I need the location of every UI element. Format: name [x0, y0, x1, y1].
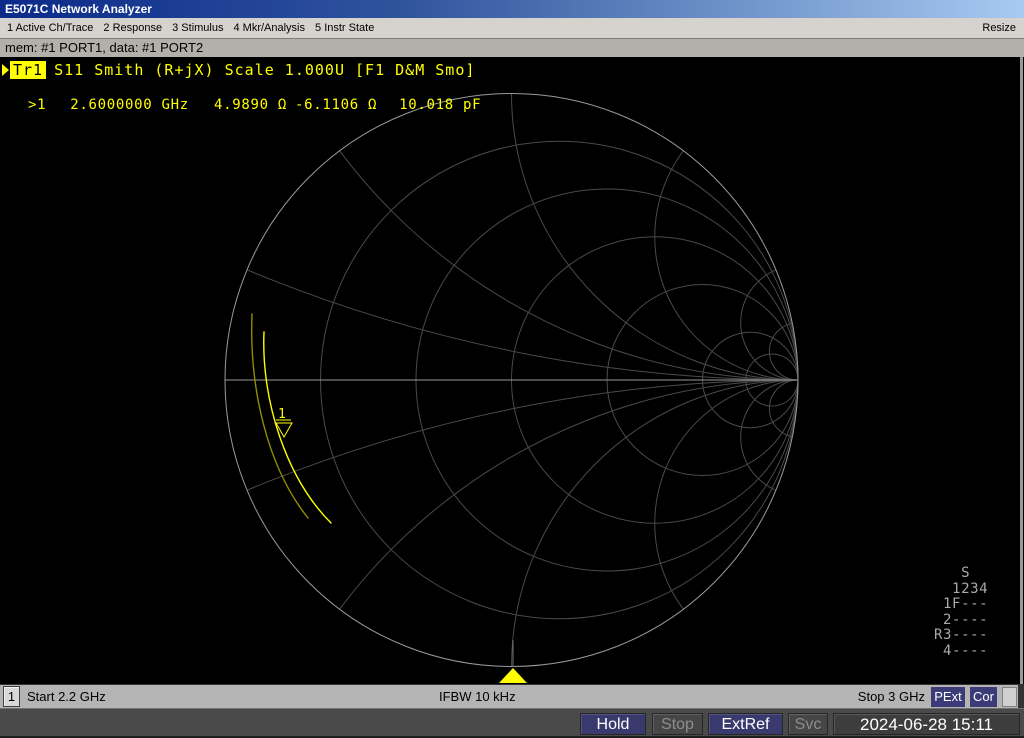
- status-bar-end: [1018, 685, 1024, 708]
- menu-item-mkr-analysis[interactable]: 4 Mkr/Analysis: [233, 18, 305, 38]
- active-trace-arrow-icon: [2, 64, 9, 76]
- marker-number: >1: [28, 97, 46, 113]
- marker-stimulus-indicator[interactable]: [499, 668, 527, 683]
- menu-item-instr-state[interactable]: 5 Instr State: [315, 18, 374, 38]
- port-status-line: 1234: [934, 582, 988, 598]
- marker-resistance: 4.9890 Ω: [214, 97, 287, 113]
- sweep-stop-label: Stop 3 GHz: [858, 685, 925, 708]
- window-title-bar: E5071C Network Analyzer: [0, 0, 1024, 18]
- instrument-screen: 1 Tr1 S11 Smith (R+jX) Scale 1.000U [F1 …: [0, 57, 1024, 684]
- sweep-hold-indicator: Hold: [580, 713, 646, 735]
- smith-grid: [0, 57, 1024, 684]
- sweep-start-label: Start 2.2 GHz: [27, 685, 106, 708]
- port-status-line: 2----: [934, 613, 988, 629]
- external-reference-indicator: ExtRef: [708, 713, 783, 735]
- source-receiver-status: S 1234 1F--- 2---- R3---- 4----: [934, 566, 988, 659]
- smith-chart: 1: [0, 57, 1024, 684]
- status-bar-spacer: [1002, 687, 1017, 707]
- ifbw-label: IFBW 10 kHz: [439, 685, 516, 708]
- sweep-stop-indicator: Stop: [652, 713, 703, 735]
- mem-data-status-bar: mem: #1 PORT1, data: #1 PORT2: [0, 38, 1024, 57]
- port-status-line: R3----: [934, 628, 988, 644]
- correction-badge: Cor: [970, 687, 997, 707]
- marker-readout-line: >1 2.6000000 GHz 4.9890 Ω -6.1106 Ω 10.018 p…: [28, 97, 481, 113]
- menu-item-active-ch-trace[interactable]: 1 Active Ch/Trace: [7, 18, 93, 38]
- port-extension-badge: PExt: [931, 687, 965, 707]
- port-status-line: 4----: [934, 644, 988, 660]
- menu-item-response[interactable]: 2 Response: [103, 18, 162, 38]
- menu-item-stimulus[interactable]: 3 Stimulus: [172, 18, 223, 38]
- menu-item-resize[interactable]: Resize: [982, 18, 1016, 38]
- channel-number-box: 1: [3, 686, 20, 707]
- screen-right-border: [1020, 57, 1023, 684]
- marker-frequency: 2.6000000 GHz: [70, 97, 189, 113]
- port-status-line: 1F---: [934, 597, 988, 613]
- channel-status-bar: 1 Start 2.2 GHz IFBW 10 kHz Stop 3 GHz P…: [0, 684, 1024, 708]
- marker-reactance: -6.1106 Ω: [295, 97, 377, 113]
- trace-format-text[interactable]: S11 Smith (R+jX) Scale 1.000U [F1 D&M Sm…: [54, 61, 475, 79]
- instrument-status-bar: Hold Stop ExtRef Svc 2024-06-28 15:11: [0, 708, 1024, 738]
- trace-status-line: Tr1 S11 Smith (R+jX) Scale 1.000U [F1 D&…: [2, 60, 475, 79]
- datetime-display: 2024-06-28 15:11: [833, 713, 1020, 735]
- mem-data-text: mem: #1 PORT1, data: #1 PORT2: [5, 40, 203, 55]
- window-title: E5071C Network Analyzer: [5, 2, 152, 16]
- marker-capacitance: 10.018 pF: [399, 97, 481, 113]
- service-indicator: Svc: [788, 713, 828, 735]
- menu-bar: 1 Active Ch/Trace 2 Response 3 Stimulus …: [0, 18, 1024, 38]
- port-status-line: S: [934, 566, 988, 582]
- trace-name-badge[interactable]: Tr1: [10, 61, 46, 79]
